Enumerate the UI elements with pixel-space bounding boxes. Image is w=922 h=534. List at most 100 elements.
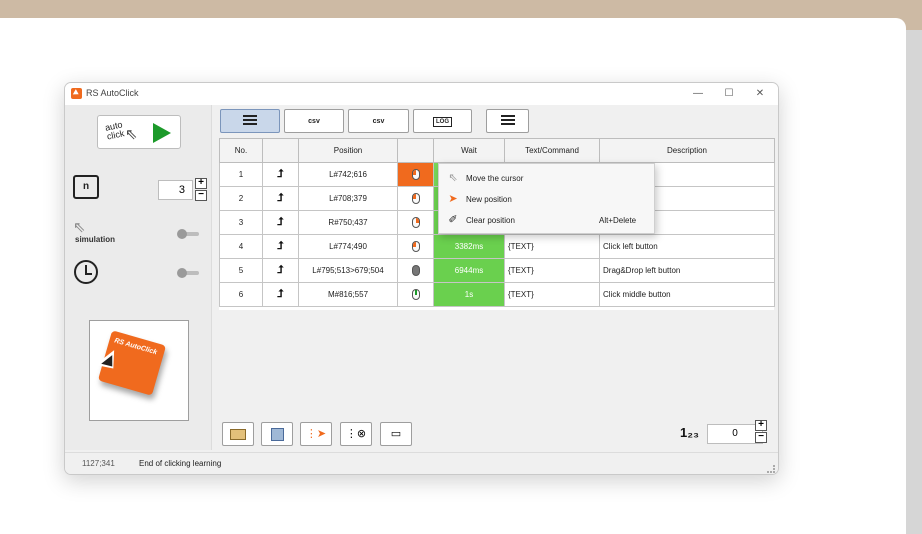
logo-image: RS AutoClick <box>89 320 189 421</box>
row-description[interactable]: Click middle button <box>599 282 775 307</box>
clear-list-button[interactable]: ⋮⊗ <box>340 422 372 446</box>
csv-export-button[interactable]: csv <box>284 109 344 133</box>
col-header-type[interactable] <box>262 138 299 163</box>
mouse-middle-icon <box>411 289 420 300</box>
app-window: RS AutoClick — ☐ ✕ auto click ⇖ n 3 + − … <box>64 82 779 475</box>
open-file-button[interactable] <box>222 422 254 446</box>
simulation-icon: ⇖ <box>73 219 86 236</box>
row-position[interactable]: L#774;490 <box>298 234 398 259</box>
menu-item-new-position[interactable]: ➤ New position <box>439 189 654 210</box>
row-position[interactable]: R#750;437 <box>298 210 398 235</box>
status-message: End of clicking learning <box>139 459 222 468</box>
toggle-knob <box>177 268 187 278</box>
row-position[interactable]: L#708;379 <box>298 186 398 211</box>
row-type-cell: ⮥ <box>262 186 299 211</box>
row-number: 5 <box>219 258 263 283</box>
eraser-icon: ✐ <box>448 214 458 226</box>
menu-item-label: Move the cursor <box>466 174 524 183</box>
repeat-decrement-button[interactable]: − <box>195 190 207 201</box>
move-up-icon: ⮥ <box>277 288 284 300</box>
row-type-cell: ⮥ <box>262 258 299 283</box>
minimize-button[interactable]: — <box>687 85 709 103</box>
row-mouse-cell[interactable] <box>397 234 434 259</box>
window-title: RS AutoClick <box>86 88 139 98</box>
title-bar: RS AutoClick — ☐ ✕ <box>65 83 778 105</box>
save-file-button[interactable] <box>261 422 293 446</box>
move-up-icon: ⮥ <box>277 216 284 228</box>
mouse-left-icon <box>411 169 420 180</box>
close-button[interactable]: ✕ <box>749 85 771 103</box>
table-row[interactable]: 6 ⮥ M#816;557 1s {TEXT} Click middle but… <box>219 282 775 307</box>
mouse-left-icon <box>411 193 420 204</box>
record-cursor-button[interactable]: ⋮➤ <box>300 422 332 446</box>
row-position[interactable]: M#816;557 <box>298 282 398 307</box>
row-wait[interactable]: 3382ms <box>433 234 505 259</box>
menu-button[interactable] <box>486 109 529 133</box>
timer-icon <box>74 260 98 284</box>
row-type-cell: ⮥ <box>262 282 299 307</box>
row-mouse-cell[interactable] <box>397 186 434 211</box>
menu-item-move-cursor[interactable]: ⇖ Move the cursor <box>439 168 654 189</box>
move-up-icon: ⮥ <box>277 240 284 252</box>
list-cursor-icon: ⋮➤ <box>305 428 327 440</box>
row-type-cell: ⮥ <box>262 210 299 235</box>
row-position[interactable]: L#795;513>679;504 <box>298 258 398 283</box>
col-header-description[interactable]: Description <box>599 138 775 163</box>
move-cursor-icon: ⇖ <box>448 172 458 184</box>
status-bar: 1127;341 End of clicking learning <box>65 452 778 474</box>
new-position-icon: ➤ <box>448 193 458 205</box>
move-up-icon: ⮥ <box>277 168 284 180</box>
list-clear-icon: ⋮⊗ <box>345 428 367 440</box>
log-button[interactable]: LOG <box>413 109 472 133</box>
col-header-wait[interactable]: Wait <box>433 138 505 163</box>
row-mouse-cell[interactable] <box>397 210 434 235</box>
repeat-increment-button[interactable]: + <box>195 178 207 189</box>
row-number: 4 <box>219 234 263 259</box>
repeat-count-icon: n <box>73 175 99 199</box>
table-row[interactable]: 4 ⮥ L#774;490 3382ms {TEXT} Click left b… <box>219 234 775 259</box>
row-description[interactable]: Drag&Drop left button <box>599 258 775 283</box>
rows-increment-button[interactable]: + <box>755 420 767 431</box>
row-text[interactable]: {TEXT} <box>504 258 600 283</box>
maximize-button[interactable]: ☐ <box>718 85 740 103</box>
log-icon: LOG <box>433 117 452 127</box>
table-row[interactable]: 5 ⮥ L#795;513>679;504 6944ms {TEXT} Drag… <box>219 258 775 283</box>
row-number: 1 <box>219 162 263 187</box>
menu-item-clear-position[interactable]: ✐ Clear position Alt+Delete <box>439 210 654 231</box>
row-type-cell: ⮥ <box>262 162 299 187</box>
row-position[interactable]: L#742;616 <box>298 162 398 187</box>
col-header-no[interactable]: No. <box>219 138 263 163</box>
row-number: 2 <box>219 186 263 211</box>
row-wait[interactable]: 6944ms <box>433 258 505 283</box>
app-logo-icon <box>71 88 82 99</box>
play-icon <box>153 123 171 143</box>
row-mouse-cell[interactable] <box>397 162 434 187</box>
col-header-position[interactable]: Position <box>298 138 398 163</box>
row-wait[interactable]: 1s <box>433 282 505 307</box>
row-text[interactable]: {TEXT} <box>504 282 600 307</box>
start-autoclick-button[interactable]: auto click ⇖ <box>97 115 181 149</box>
csv-list-export-button[interactable]: csv <box>348 109 409 133</box>
rows-counter-icon: 1₂₃ <box>680 425 700 440</box>
status-coordinates: 1127;341 <box>82 459 115 468</box>
col-header-button[interactable] <box>397 138 434 163</box>
row-description[interactable]: Click left button <box>599 234 775 259</box>
simulation-toggle[interactable] <box>177 229 201 239</box>
folder-icon <box>230 428 246 440</box>
timer-toggle[interactable] <box>177 268 201 278</box>
csv-grid-icon: csv <box>308 118 320 125</box>
left-panel: auto click ⇖ n 3 + − ⇖ simulation RS Aut… <box>65 105 212 450</box>
hamburger-icon <box>500 115 515 126</box>
row-mouse-cell[interactable] <box>397 258 434 283</box>
row-mouse-cell[interactable] <box>397 282 434 307</box>
row-text[interactable]: {TEXT} <box>504 234 600 259</box>
repeat-count-input[interactable]: 3 <box>158 180 193 200</box>
toggle-knob <box>177 229 187 239</box>
list-icon <box>243 115 257 126</box>
list-view-button[interactable] <box>220 109 280 133</box>
col-header-text[interactable]: Text/Command <box>504 138 600 163</box>
csv-list-icon: csv <box>372 118 385 125</box>
resize-grip-icon[interactable] <box>767 465 775 473</box>
rows-decrement-button[interactable]: − <box>755 432 767 443</box>
comment-button[interactable]: ▭ <box>380 422 412 446</box>
